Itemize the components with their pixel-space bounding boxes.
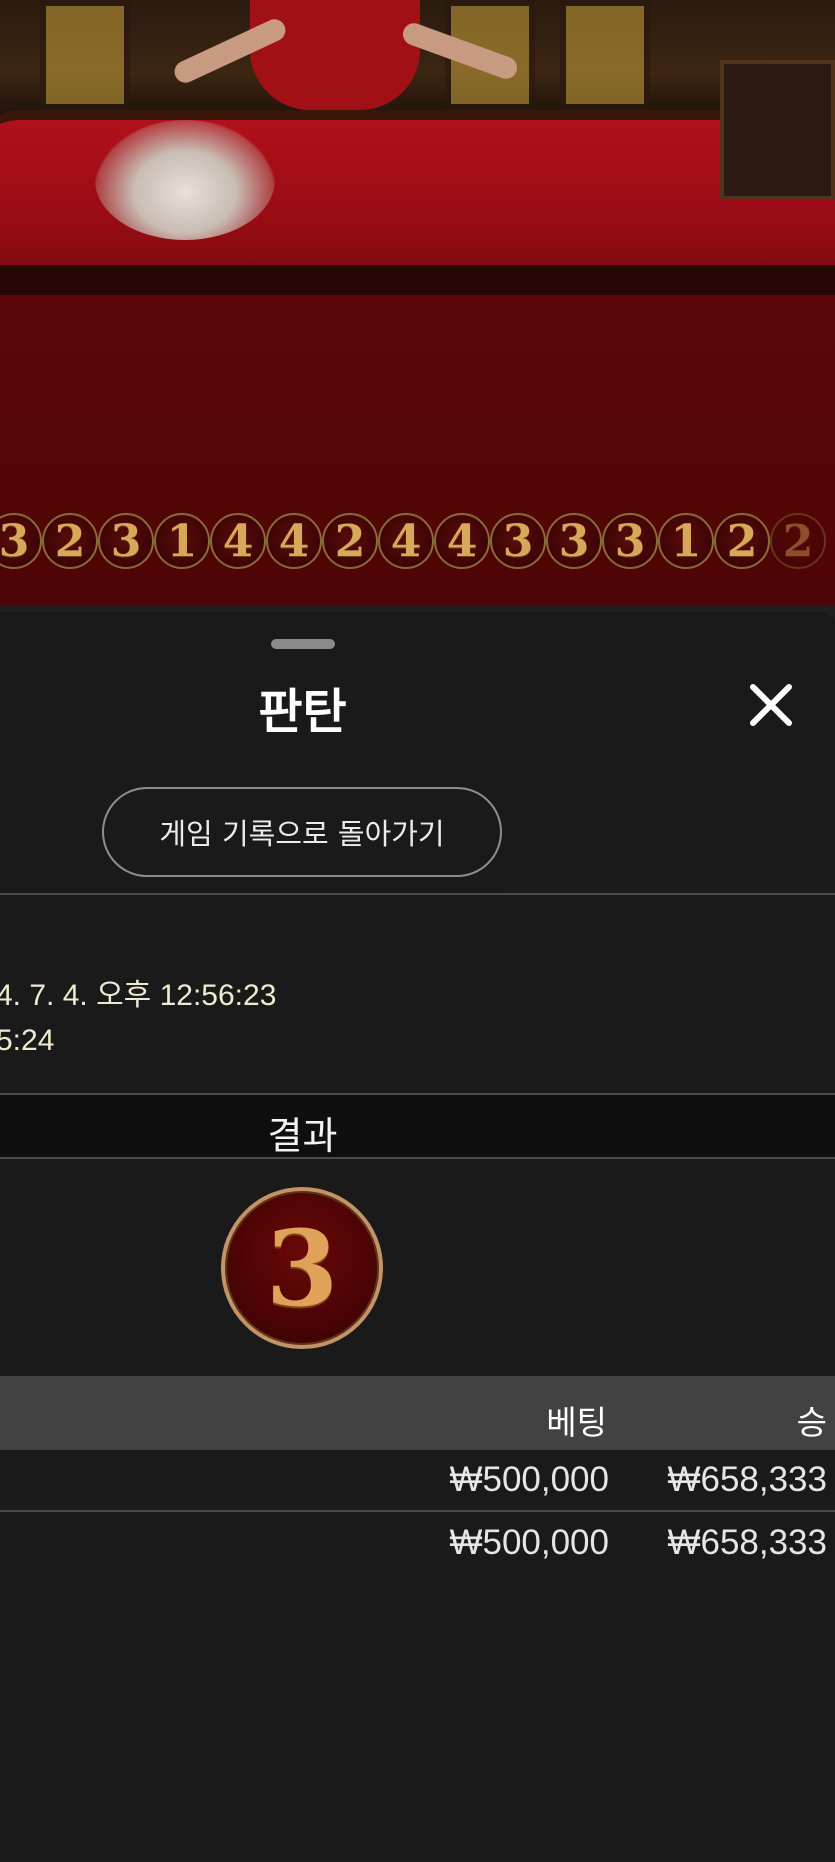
divider (0, 1510, 835, 1512)
video-wall-panel (40, 0, 130, 110)
close-icon (750, 684, 792, 726)
column-header-win: 승 (796, 1403, 827, 1442)
history-bead: 4 (378, 513, 434, 569)
back-to-history-button[interactable]: 게임 기록으로 돌아가기 (102, 787, 502, 877)
history-bead: 4 (210, 513, 266, 569)
history-bead: 1 (658, 513, 714, 569)
history-bead: 4 (266, 513, 322, 569)
result-ball: 3 (221, 1187, 383, 1349)
history-bead: 4 (434, 513, 490, 569)
history-bead: 2 (42, 513, 98, 569)
table-row: ₩500,000 ₩658,333 (0, 1515, 835, 1578)
history-bead: 3 (490, 513, 546, 569)
history-bead: 3 (602, 513, 658, 569)
history-bead: 3 (98, 513, 154, 569)
result-history-strip: 3 2 3 1 4 4 2 4 4 3 3 3 1 2 2 (0, 513, 826, 573)
win-amount: ₩658,333 (667, 1460, 827, 1499)
sheet-drag-handle[interactable] (271, 639, 335, 649)
history-bead: 1 (154, 513, 210, 569)
history-bead: 3 (0, 513, 42, 569)
video-decor-chest (720, 60, 835, 200)
round-time: 5:24 (0, 1024, 55, 1057)
bet-amount: ₩500,000 (449, 1523, 609, 1562)
video-wall-panel (560, 0, 650, 110)
table-row: ₩500,000 ₩658,333 (0, 1452, 835, 1515)
result-header: 결과 (0, 1093, 835, 1159)
round-datetime: 4. 7. 4. 오후 12:56:23 (0, 979, 277, 1012)
win-amount: ₩658,333 (667, 1523, 827, 1562)
bet-amount: ₩500,000 (449, 1460, 609, 1499)
close-button[interactable] (742, 676, 800, 734)
sheet-title: 판탄 (258, 686, 347, 739)
divider (0, 893, 835, 895)
history-bead: 2 (714, 513, 770, 569)
video-table-edge (0, 265, 835, 295)
video-dealer (250, 0, 420, 110)
bets-table-header: 베팅 승 (0, 1376, 835, 1450)
result-label: 결과 (267, 1114, 338, 1158)
column-header-bet: 베팅 (546, 1403, 607, 1442)
history-bead: 2 (322, 513, 378, 569)
history-bead: 3 (546, 513, 602, 569)
video-bead-bowl (95, 120, 275, 240)
history-bead: 2 (770, 513, 826, 569)
game-detail-sheet: 판탄 게임 기록으로 돌아가기 4. 7. 4. 오후 12:56:23 5:2… (0, 612, 835, 1862)
